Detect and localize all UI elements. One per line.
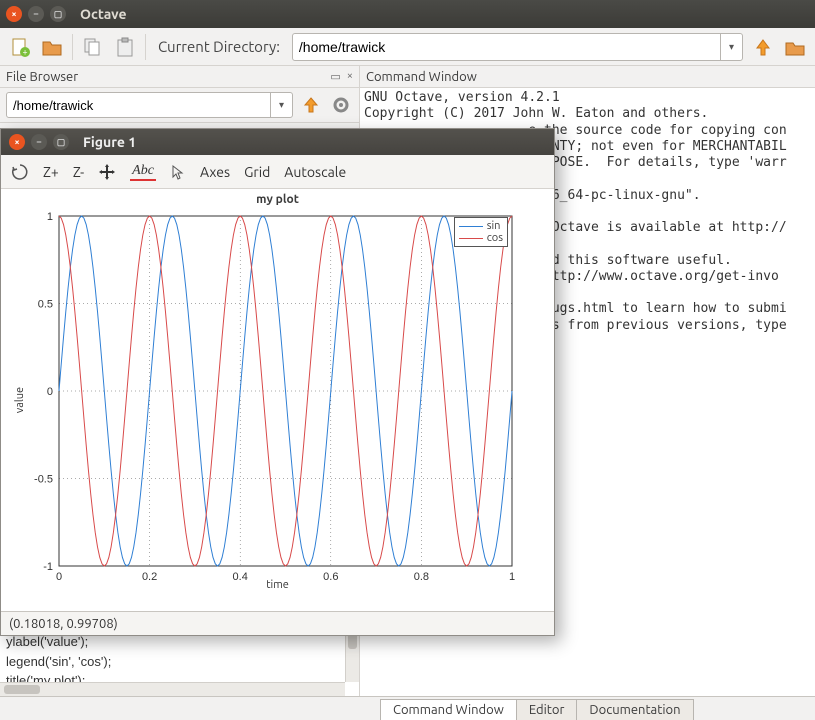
file-browser-path-combo[interactable]: ▾ bbox=[6, 92, 293, 118]
svg-text:0: 0 bbox=[56, 571, 62, 583]
svg-text:0.6: 0.6 bbox=[323, 571, 338, 583]
toolbar-separator bbox=[145, 34, 146, 60]
undock-icon[interactable]: ▭ bbox=[330, 70, 340, 83]
legend-swatch-sin bbox=[459, 226, 483, 227]
grid-button[interactable]: Grid bbox=[244, 164, 270, 180]
pointer-icon[interactable] bbox=[170, 164, 186, 180]
copy-icon[interactable] bbox=[81, 35, 105, 59]
gear-icon[interactable] bbox=[329, 93, 353, 117]
chart-legend: sin cos bbox=[454, 217, 508, 247]
tab-editor[interactable]: Editor bbox=[516, 699, 578, 720]
window-close-icon[interactable]: × bbox=[6, 6, 22, 22]
scrollbar-thumb[interactable] bbox=[4, 685, 40, 694]
chart-title: my plot bbox=[1, 193, 554, 206]
scrollbar-horizontal[interactable] bbox=[0, 682, 345, 696]
window-minimize-icon[interactable]: – bbox=[31, 134, 47, 150]
close-panel-icon[interactable]: × bbox=[347, 70, 353, 83]
current-directory-input[interactable] bbox=[293, 39, 720, 55]
legend-label-cos: cos bbox=[487, 232, 503, 244]
plot-area[interactable]: my plot value 00.20.40.60.81-1-0.500.51 … bbox=[1, 189, 554, 611]
figure-toolbar: Z+ Z- Abc Axes Grid Autoscale bbox=[1, 155, 554, 189]
file-browser-header: File Browser ▭ × bbox=[0, 66, 359, 88]
figure-status-text: (0.18018, 0.99708) bbox=[9, 617, 118, 631]
figure-status-bar: (0.18018, 0.99708) bbox=[1, 611, 554, 635]
chart-canvas: 0 0.2 0.4 0.6 0.8 1 -1 -0.5 0 0.5 1 bbox=[1, 206, 556, 596]
current-directory-label: Current Directory: bbox=[158, 38, 280, 55]
svg-text:0.5: 0.5 bbox=[38, 299, 53, 311]
zoom-in-button[interactable]: Z+ bbox=[43, 164, 59, 180]
open-folder-icon[interactable] bbox=[40, 35, 64, 59]
svg-text:0: 0 bbox=[47, 386, 53, 398]
svg-text:1: 1 bbox=[47, 211, 53, 223]
window-minimize-icon[interactable]: – bbox=[28, 6, 44, 22]
figure-window-titlebar[interactable]: × – ▢ Figure 1 bbox=[1, 129, 554, 155]
legend-label-sin: sin bbox=[487, 220, 501, 232]
browse-folder-icon[interactable] bbox=[783, 35, 807, 59]
main-toolbar: + Current Directory: ▾ bbox=[0, 28, 815, 66]
current-directory-combo[interactable]: ▾ bbox=[292, 33, 743, 61]
figure-title: Figure 1 bbox=[83, 134, 136, 150]
new-file-icon[interactable]: + bbox=[8, 35, 32, 59]
chevron-down-icon[interactable]: ▾ bbox=[270, 93, 292, 117]
svg-text:+: + bbox=[22, 47, 27, 57]
svg-text:-1: -1 bbox=[43, 561, 53, 573]
autoscale-button[interactable]: Autoscale bbox=[284, 164, 346, 180]
main-window-titlebar: × – ▢ Octave bbox=[0, 0, 815, 28]
command-window-header: Command Window bbox=[360, 66, 815, 88]
up-directory-icon[interactable] bbox=[751, 35, 775, 59]
svg-text:0.8: 0.8 bbox=[414, 571, 429, 583]
bottom-tabs: Command Window Editor Documentation bbox=[0, 696, 815, 720]
app-title: Octave bbox=[80, 6, 127, 22]
y-axis-label: value bbox=[14, 387, 26, 413]
svg-text:0.4: 0.4 bbox=[233, 571, 248, 583]
paste-icon[interactable] bbox=[113, 35, 137, 59]
svg-text:-0.5: -0.5 bbox=[34, 474, 53, 486]
legend-entry-cos: cos bbox=[459, 232, 503, 244]
figure-window[interactable]: × – ▢ Figure 1 Z+ Z- Abc Axes Grid Autos… bbox=[0, 128, 555, 636]
window-maximize-icon[interactable]: ▢ bbox=[50, 6, 66, 22]
tab-documentation[interactable]: Documentation bbox=[576, 699, 693, 720]
toolbar-separator bbox=[72, 34, 73, 60]
zoom-out-button[interactable]: Z- bbox=[73, 164, 84, 180]
text-icon[interactable]: Abc bbox=[130, 163, 156, 181]
svg-text:0.2: 0.2 bbox=[142, 571, 157, 583]
svg-text:1: 1 bbox=[509, 571, 515, 583]
file-browser-path-input[interactable] bbox=[7, 93, 270, 117]
command-window-title: Command Window bbox=[366, 70, 477, 84]
window-close-icon[interactable]: × bbox=[9, 134, 25, 150]
up-directory-icon[interactable] bbox=[299, 93, 323, 117]
file-browser-path-row: ▾ bbox=[0, 88, 359, 123]
legend-swatch-cos bbox=[459, 238, 483, 239]
axes-button[interactable]: Axes bbox=[200, 164, 230, 180]
x-axis-label: time bbox=[266, 579, 289, 591]
file-browser-title: File Browser bbox=[6, 70, 78, 84]
tab-command-window[interactable]: Command Window bbox=[380, 699, 517, 720]
legend-entry-sin: sin bbox=[459, 220, 503, 232]
chevron-down-icon[interactable]: ▾ bbox=[720, 34, 742, 60]
rotate-icon[interactable] bbox=[11, 163, 29, 181]
pan-icon[interactable] bbox=[98, 163, 116, 181]
window-maximize-icon[interactable]: ▢ bbox=[53, 134, 69, 150]
